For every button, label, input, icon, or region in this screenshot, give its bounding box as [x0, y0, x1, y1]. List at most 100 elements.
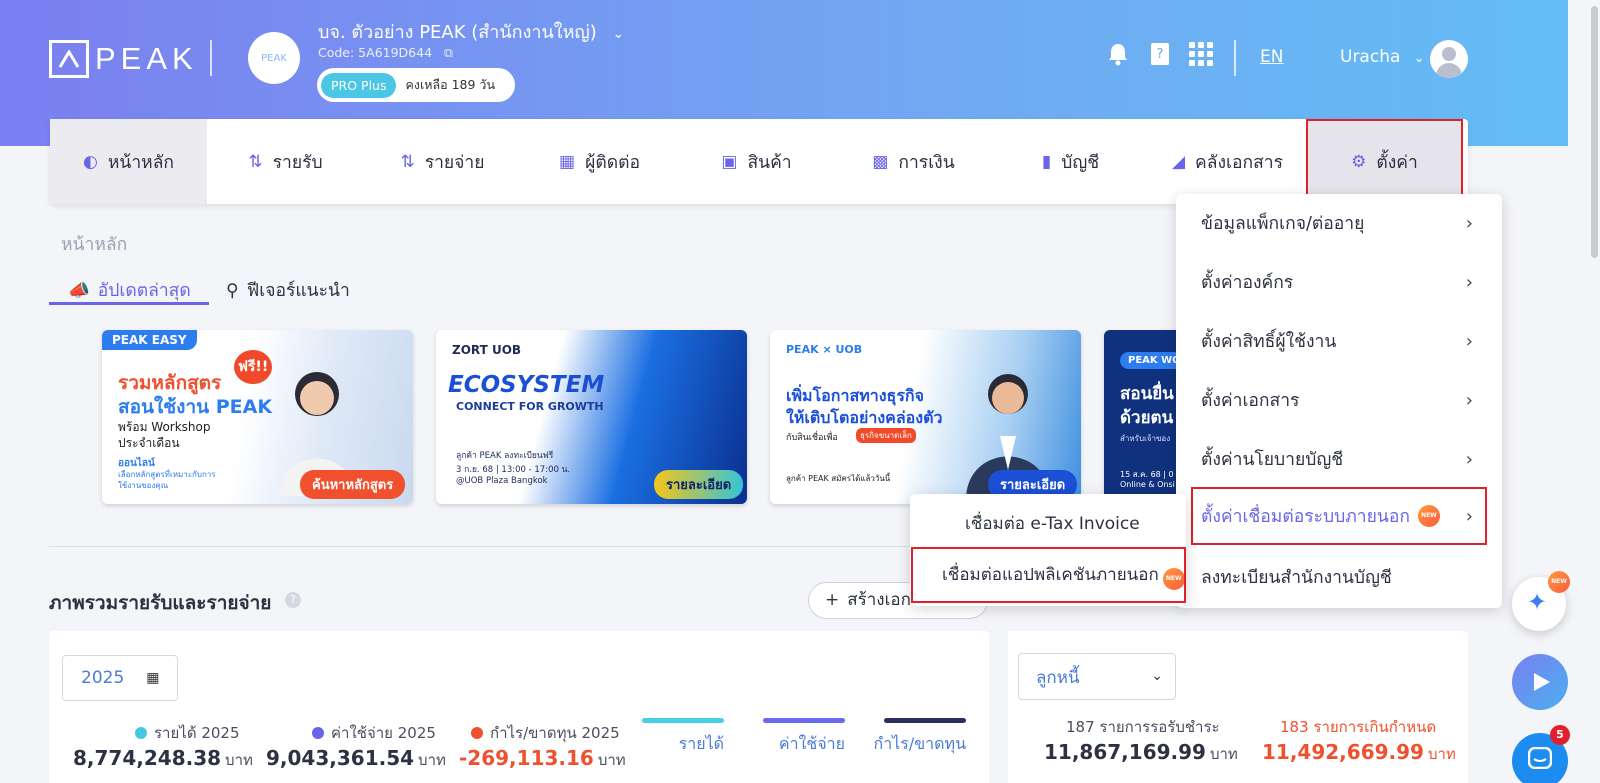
plan-status[interactable]: PRO Plus คงเหลือ 189 วัน: [317, 68, 515, 102]
stat-expense-label: ค่าใช้จ่าย 2025: [312, 721, 436, 745]
plan-badge: PRO Plus: [321, 72, 397, 98]
expense-icon: ⇅: [400, 151, 415, 172]
company-switcher[interactable]: บจ. ตัวอย่าง PEAK (สำนักงานใหญ่) ⌄: [318, 17, 624, 46]
submenu-item-etax-label: เชื่อมต่อ e-Tax Invoice: [965, 514, 1140, 534]
banner-subtitle: CONNECT FOR GROWTH: [456, 400, 604, 413]
chevron-right-icon: ›: [1465, 389, 1473, 411]
main-nav: ◐ หน้าหลัก ⇅ รายรับ ⇅ รายจ่าย ▦ ผู้ติดต่…: [50, 119, 1468, 204]
nav-accounting[interactable]: ▮ บัญชี: [992, 119, 1149, 204]
banner-tag: PEAK EASY: [102, 330, 197, 350]
header-divider-2: [1234, 40, 1236, 76]
stat-expense-unit: บาท: [418, 751, 446, 769]
banner-text-4: ลูกค้า PEAK สมัครได้แล้ววันนี้: [786, 474, 891, 483]
plus-icon: +: [825, 590, 840, 610]
year-picker[interactable]: 2025 ▦: [62, 655, 178, 701]
chat-support-button[interactable]: 5: [1512, 725, 1570, 783]
menu-item-accounting-policy-label: ตั้งค่านโยบายบัญชี: [1201, 450, 1344, 470]
banner-ecosystem[interactable]: ZORT UOB ECOSYSTEM CONNECT FOR GROWTH ลู…: [436, 330, 747, 504]
banner-headline-2: ด้วยตน: [1120, 408, 1174, 428]
peak-logo[interactable]: PEAK: [49, 40, 198, 78]
stat-income-value: 8,774,248.38 บาท: [73, 746, 253, 772]
menu-item-user-permissions-label: ตั้งค่าสิทธิ์ผู้ใช้งาน: [1201, 332, 1337, 352]
nav-finance[interactable]: ▩ การเงิน: [835, 119, 992, 204]
submenu-item-etax[interactable]: เชื่อมต่อ e-Tax Invoice: [965, 510, 1140, 537]
nav-products[interactable]: ▣ สินค้า: [678, 119, 835, 204]
pending-amount: 11,867,169.99: [1044, 740, 1206, 764]
video-tutorial-button[interactable]: [1512, 654, 1568, 710]
legend-expense-label[interactable]: ค่าใช้จ่าย: [763, 732, 845, 757]
company-logo-text: PEAK: [261, 52, 287, 64]
chat-unread-badge: 5: [1550, 725, 1570, 745]
banner-tag: ธุรกิจขนาดเล็ก: [856, 428, 916, 443]
debtor-type-select[interactable]: ลูกหนี้ ⌄: [1018, 653, 1176, 700]
submenu-item-external-apps-label: เชื่อมต่อแอปพลิเคชันภายนอก: [942, 565, 1159, 585]
user-menu[interactable]: Uracha ⌄: [1340, 47, 1425, 67]
legend-profit-label[interactable]: กำไร/ขาดทุน: [864, 732, 967, 757]
page-scrollbar[interactable]: [1591, 6, 1598, 258]
search-icon: ⚲: [226, 281, 239, 301]
profit-dot-icon: [471, 727, 483, 739]
menu-item-package[interactable]: ข้อมูลแพ็กเกจ/ต่ออายุ ›: [1191, 194, 1487, 252]
banner-loan[interactable]: PEAK × UOB เพิ่มโอกาสทางธุรกิจ ให้เติบโต…: [770, 330, 1081, 504]
income-dot-icon: [135, 727, 147, 739]
stat-expense-label-text: ค่าใช้จ่าย 2025: [331, 724, 436, 742]
menu-item-user-permissions[interactable]: ตั้งค่าสิทธิ์ผู้ใช้งาน ›: [1191, 312, 1487, 370]
stat-profit-amount: -269,113.16: [459, 746, 594, 770]
nav-documents[interactable]: ◢ คลังเอกสาร: [1149, 119, 1306, 204]
copy-icon[interactable]: ⧉: [444, 45, 453, 60]
nav-contacts[interactable]: ▦ ผู้ติดต่อ: [521, 119, 678, 204]
legend-income-label[interactable]: รายได้: [642, 732, 724, 757]
menu-item-organization[interactable]: ตั้งค่าองค์กร ›: [1191, 253, 1487, 311]
company-code-row: Code: 5A619D644 ⧉: [318, 45, 453, 61]
money-icon: ▩: [872, 151, 889, 172]
ai-assistant-button[interactable]: ✦ NEW: [1512, 571, 1570, 631]
nav-income[interactable]: ⇅ รายรับ: [207, 119, 364, 204]
new-badge: NEW: [1417, 505, 1440, 527]
tab-features[interactable]: ⚲ ฟีเจอร์แนะนำ: [226, 276, 350, 304]
banner-cta-button[interactable]: ค้นหาหลักสูตร: [300, 470, 406, 499]
company-logo[interactable]: PEAK: [248, 32, 300, 84]
apps-grid-icon[interactable]: [1189, 42, 1213, 72]
megaphone-icon: 📣: [68, 281, 90, 301]
help-book-icon[interactable]: ?: [1149, 41, 1171, 73]
income-icon: ⇅: [248, 151, 263, 172]
banner-peak-easy[interactable]: PEAK EASY ฟรี!! รวมหลักสูตร สอนใช้งาน PE…: [102, 330, 413, 504]
submenu-item-external-apps[interactable]: เชื่อมต่อแอปพลิเคชันภายนอก NEW: [911, 547, 1186, 603]
chevron-right-icon: ›: [1465, 505, 1473, 527]
language-switch[interactable]: EN: [1260, 47, 1283, 67]
chevron-right-icon: ›: [1465, 448, 1473, 470]
year-picker-value: 2025: [81, 668, 125, 688]
nav-home[interactable]: ◐ หน้าหลัก: [50, 119, 207, 204]
legend-expense-bar: [763, 718, 845, 723]
bell-icon[interactable]: [1107, 42, 1129, 72]
avatar[interactable]: [1430, 40, 1468, 78]
nav-contacts-label: ผู้ติดต่อ: [585, 152, 640, 173]
chevron-right-icon: ›: [1465, 212, 1473, 234]
nav-documents-label: คลังเอกสาร: [1195, 152, 1284, 173]
pending-label: 187 รายการรอรับชำระ: [1066, 718, 1220, 736]
tab-latest-updates[interactable]: 📣 อัปเดตล่าสุด: [68, 276, 191, 304]
menu-item-external-integration[interactable]: ตั้งค่าเชื่อมต่อระบบภายนอก NEW ›: [1191, 487, 1487, 545]
menu-item-external-integration-label: ตั้งค่าเชื่อมต่อระบบภายนอก: [1201, 507, 1410, 527]
help-icon[interactable]: ?: [285, 592, 301, 608]
debtor-type-value: ลูกหนี้: [1036, 668, 1080, 688]
menu-item-register-accounting-firm[interactable]: ลงทะเบียนสำนักงานบัญชี: [1191, 548, 1487, 606]
overview-title: ภาพรวมรายรับและรายจ่าย: [49, 592, 272, 614]
menu-item-accounting-policy[interactable]: ตั้งค่านโยบายบัญชี ›: [1191, 430, 1487, 488]
svg-text:?: ?: [1157, 47, 1164, 62]
banner-desc-1: ลูกค้า PEAK ลงทะเบียนฟรี: [456, 451, 554, 461]
nav-settings[interactable]: ⚙ ตั้งค่า: [1306, 119, 1463, 204]
nav-expense[interactable]: ⇅ รายจ่าย: [364, 119, 521, 204]
nav-income-label: รายรับ: [272, 152, 323, 173]
menu-item-documents[interactable]: ตั้งค่าเอกสาร ›: [1191, 371, 1487, 429]
banner-text-5: Online & Onsi: [1120, 480, 1175, 489]
chat-icon: [1528, 747, 1552, 769]
gear-icon: ⚙: [1351, 151, 1367, 172]
settings-dropdown: ข้อมูลแพ็กเกจ/ต่ออายุ › ตั้งค่าองค์กร › …: [1176, 194, 1502, 608]
nav-home-label: หน้าหลัก: [107, 152, 175, 173]
pending-value: 11,867,169.99 บาท: [1044, 740, 1238, 766]
banner-cta-button[interactable]: รายละเอียด: [654, 470, 744, 499]
nav-products-label: สินค้า: [747, 152, 792, 173]
box-icon: ▣: [721, 151, 738, 172]
menu-item-organization-label: ตั้งค่าองค์กร: [1201, 273, 1294, 293]
